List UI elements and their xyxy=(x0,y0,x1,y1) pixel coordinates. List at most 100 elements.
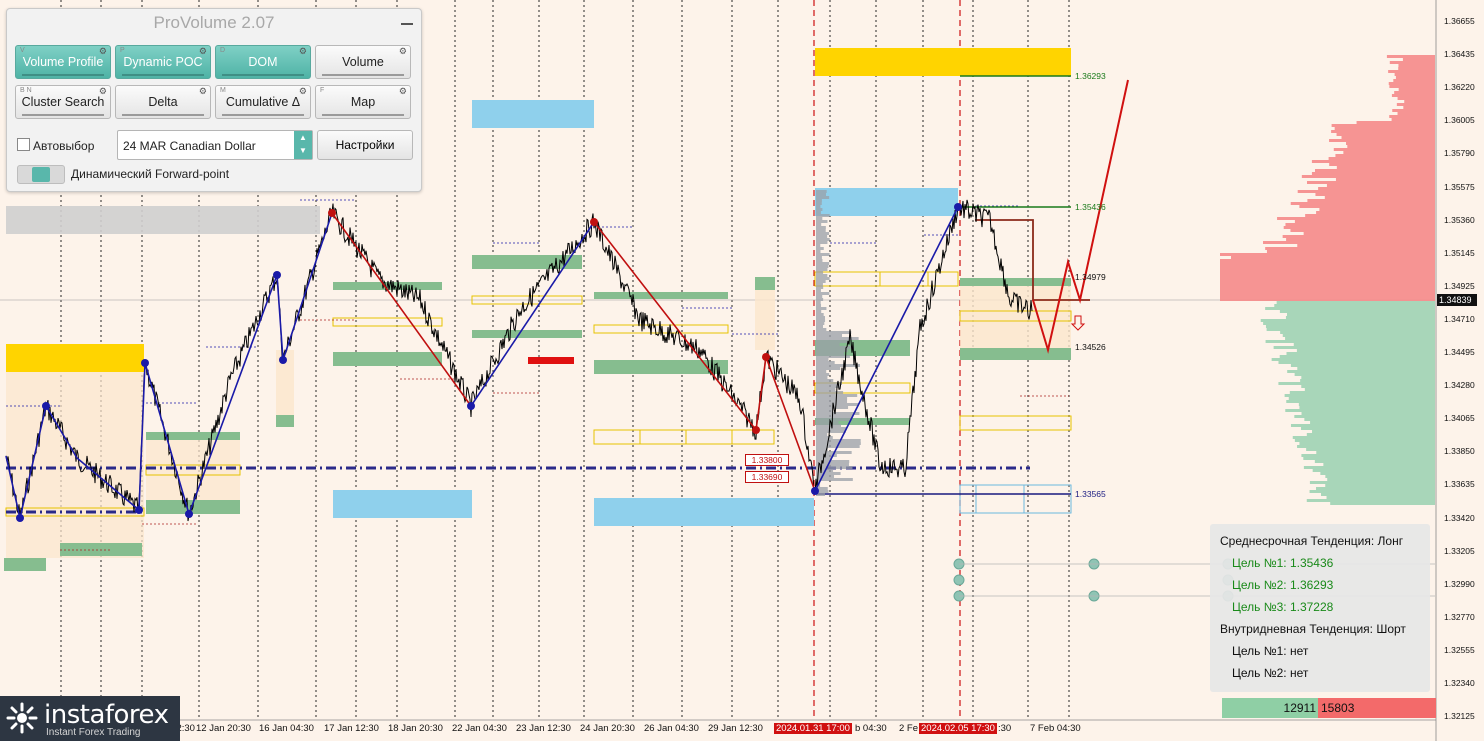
spinner-icon[interactable]: ▲ ▼ xyxy=(294,131,312,159)
instaforex-logo: instaforex Instant Forex Trading xyxy=(0,696,180,741)
settings-button[interactable]: Настройки xyxy=(317,130,413,160)
zigzag-red xyxy=(331,212,472,407)
price-tick-label: 1.33850 xyxy=(1444,446,1475,457)
autoselect-label: Автовыбор xyxy=(33,139,95,153)
box-label-2: 1.33690 xyxy=(745,471,789,483)
date-label: 17 Jan 12:30 xyxy=(324,723,379,734)
zigzag-blue-2 xyxy=(470,221,595,407)
logo-tagline: Instant Forex Trading xyxy=(46,727,141,738)
mid-term-target-3: Цель №3: 1.37228 xyxy=(1232,600,1334,614)
price-tick-label: 1.33420 xyxy=(1444,512,1475,523)
button-label: Cluster Search xyxy=(21,95,105,109)
gear-icon[interactable]: ⚙ xyxy=(199,86,207,97)
price-tick-label: 1.35145 xyxy=(1444,247,1475,258)
hotkey-label: D xyxy=(220,47,226,54)
hotkey-label: V xyxy=(20,47,25,54)
date-label: 23 Jan 12:30 xyxy=(516,723,571,734)
buy-volume: 12911 xyxy=(1222,698,1318,718)
level-label-4: 1.34526 xyxy=(1075,342,1106,352)
hotkey-label: P xyxy=(120,47,125,54)
button-label: DOM xyxy=(248,55,278,69)
button-label: Volume Profile xyxy=(22,55,104,69)
button-label: Cumulative Δ xyxy=(225,95,301,109)
instrument-select[interactable]: 24 MAR Canadian Dollar ▲ ▼ xyxy=(117,130,313,160)
price-tick-label: 1.32555 xyxy=(1444,644,1475,655)
volume-profile-button[interactable]: V ⚙ Volume Profile xyxy=(15,45,111,79)
date-label: 26 Jan 04:30 xyxy=(644,723,699,734)
date-label: 12 Jan 20:30 xyxy=(196,723,251,734)
level-label-3: 1.34979 xyxy=(1075,272,1106,282)
date-label: 29 Jan 12:30 xyxy=(708,723,763,734)
date-label: 18 Jan 20:30 xyxy=(388,723,443,734)
instrument-value: 24 MAR Canadian Dollar xyxy=(123,139,256,153)
gear-icon[interactable]: ⚙ xyxy=(99,46,107,57)
price-tick-label: 1.32125 xyxy=(1444,711,1475,722)
volume-profile xyxy=(1220,55,1435,505)
price-tick-label: 1.32340 xyxy=(1444,678,1475,688)
dynamic-poc-button[interactable]: P ⚙ Dynamic POC xyxy=(115,45,211,79)
gear-icon[interactable]: ⚙ xyxy=(399,86,407,97)
price-tick-label: 1.35575 xyxy=(1444,181,1475,192)
intraday-trend: Внутридневная Тенденция: Шорт xyxy=(1220,622,1406,636)
level-label-2: 1.35436 xyxy=(1075,202,1106,212)
dom-button[interactable]: D ⚙ DOM xyxy=(215,45,311,79)
date-label: 2 Fe xyxy=(899,723,919,734)
price-tick-label: 1.34280 xyxy=(1444,380,1475,391)
logo-name: instaforex xyxy=(44,700,169,730)
date-label: 7 Feb 04:30 xyxy=(1030,723,1081,734)
date-highlight-1: 2024.01.31 17:00 xyxy=(774,723,852,734)
button-label: Delta xyxy=(148,95,178,109)
delta-button[interactable]: ⚙ Delta xyxy=(115,85,211,119)
price-tick-label: 1.33635 xyxy=(1444,479,1475,490)
price-tick-label: 1.36435 xyxy=(1444,49,1475,60)
logo-mark-icon xyxy=(6,702,38,734)
gear-icon[interactable]: ⚙ xyxy=(99,86,107,97)
intraday-target-2: Цель №2: нет xyxy=(1232,666,1309,680)
date-label: 24 Jan 20:30 xyxy=(580,723,635,734)
gear-icon[interactable]: ⚙ xyxy=(399,46,407,57)
autoselect-checkbox[interactable]: Автовыбор xyxy=(17,137,94,153)
cluster-search-button[interactable]: B N ⚙ Cluster Search xyxy=(15,85,111,119)
date-label: :30 xyxy=(998,723,1012,734)
gear-icon[interactable]: ⚙ xyxy=(299,86,307,97)
target-markers xyxy=(953,558,1234,602)
price-tick-label: 1.34710 xyxy=(1444,313,1475,324)
price-tick-label: 1.35790 xyxy=(1444,148,1475,159)
forward-point-label: Динамический Forward-point xyxy=(71,167,230,181)
blue-boxes xyxy=(959,484,1072,514)
level-label-1: 1.36293 xyxy=(1075,71,1106,81)
hotkey-label: B N xyxy=(20,87,32,94)
date-highlight-2: 2024.02.05 17:30 xyxy=(919,723,997,734)
cumulative-delta-button[interactable]: M ⚙ Cumulative Δ xyxy=(215,85,311,119)
mid-term-target-2: Цель №2: 1.36293 xyxy=(1232,578,1334,592)
volume-button[interactable]: ⚙ Volume xyxy=(315,45,411,79)
minimize-icon[interactable] xyxy=(401,23,413,25)
intraday-target-1: Цель №1: нет xyxy=(1232,644,1309,658)
map-button[interactable]: F ⚙ Map xyxy=(315,85,411,119)
date-label: b 04:30 xyxy=(855,723,887,734)
price-tick-label: 1.32990 xyxy=(1444,578,1475,589)
gear-icon[interactable]: ⚙ xyxy=(199,46,207,57)
sell-volume: 15803 xyxy=(1318,698,1436,718)
button-label: Dynamic POC xyxy=(123,55,203,69)
provolume-panel: ProVolume 2.07 V ⚙ Volume Profile P ⚙ Dyna… xyxy=(6,8,422,192)
gear-icon[interactable]: ⚙ xyxy=(299,46,307,57)
price-tick-label: 1.36655 xyxy=(1444,16,1475,26)
zigzag-red-2 xyxy=(593,221,816,492)
price-axis xyxy=(1436,0,1484,741)
button-label: Volume xyxy=(342,55,384,69)
price-tick-label: 1.34065 xyxy=(1444,413,1475,424)
session-lines xyxy=(813,0,961,720)
mid-term-trend: Среднесрочная Тенденция: Лонг xyxy=(1220,534,1404,548)
date-label: 22 Jan 04:30 xyxy=(452,723,507,734)
button-label: Map xyxy=(350,95,376,109)
hotkey-label: M xyxy=(220,87,226,94)
price-tick-label: 1.36005 xyxy=(1444,115,1475,126)
trend-info-panel: Среднесрочная Тенденция: Лонг Цель №1: 1… xyxy=(1210,524,1430,692)
checkbox-icon[interactable] xyxy=(17,138,30,151)
date-label: 16 Jan 04:30 xyxy=(259,723,314,734)
price-tick-label: 1.34925 xyxy=(1444,280,1475,291)
settings-label: Настройки xyxy=(335,138,395,152)
forward-point-toggle[interactable] xyxy=(17,165,65,184)
current-price-label: 1.34839 xyxy=(1439,295,1472,305)
